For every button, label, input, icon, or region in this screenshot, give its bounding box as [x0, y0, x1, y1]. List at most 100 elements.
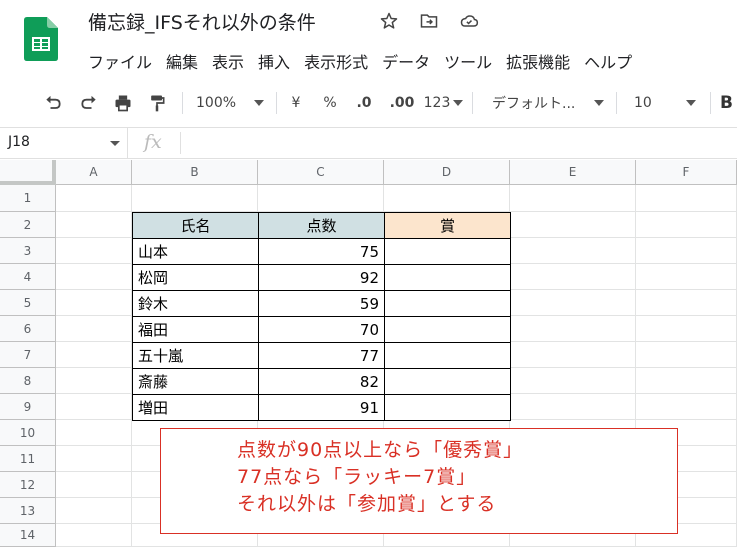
currency-format-button[interactable]: ¥ [286, 84, 306, 122]
document-title[interactable]: 備忘録_IFSそれ以外の条件 [88, 8, 316, 35]
score-cell[interactable]: 92 [258, 264, 385, 291]
grid-cell[interactable] [636, 342, 737, 368]
column-header-d[interactable]: D [384, 160, 510, 185]
grid-cell[interactable] [56, 472, 132, 498]
move-to-folder-icon[interactable] [418, 10, 440, 32]
grid-cell[interactable] [56, 290, 132, 316]
star-icon[interactable] [378, 10, 400, 32]
name-box[interactable]: J18 [0, 128, 128, 158]
grid-cell[interactable] [132, 185, 258, 212]
grid-cell[interactable] [510, 238, 636, 264]
cloud-saved-icon[interactable] [458, 10, 480, 32]
award-cell[interactable] [384, 316, 511, 343]
row-header-13[interactable]: 13 [0, 498, 56, 524]
grid-cell[interactable] [510, 185, 636, 212]
grid-cell[interactable] [636, 264, 737, 290]
grid-cell[interactable] [56, 394, 132, 420]
row-header-10[interactable]: 10 [0, 420, 56, 446]
grid-cell[interactable] [510, 264, 636, 290]
name-box-dropdown-icon[interactable] [110, 141, 120, 146]
google-sheets-logo-icon[interactable] [24, 17, 58, 61]
column-header-a[interactable]: A [56, 160, 132, 185]
score-cell[interactable]: 70 [258, 316, 385, 343]
font-family-select[interactable]: デフォルト... [492, 84, 588, 122]
row-header-11[interactable]: 11 [0, 446, 56, 472]
menu-format[interactable]: 表示形式 [297, 47, 375, 75]
grid-cell[interactable] [56, 342, 132, 368]
row-header-1[interactable]: 1 [0, 185, 56, 212]
more-formats-button[interactable]: 123 [422, 84, 452, 122]
grid-cell[interactable] [56, 185, 132, 212]
name-cell[interactable]: 五十嵐 [132, 342, 259, 369]
award-cell[interactable] [384, 264, 511, 291]
grid-cell[interactable] [510, 394, 636, 420]
print-icon[interactable] [110, 84, 136, 122]
row-header-2[interactable]: 2 [0, 212, 56, 238]
font-size-dropdown-icon[interactable] [684, 84, 698, 122]
grid-cell[interactable] [258, 185, 384, 212]
name-cell[interactable]: 斎藤 [132, 368, 259, 395]
percent-format-button[interactable]: % [320, 84, 340, 122]
column-header-b[interactable]: B [132, 160, 258, 185]
zoom-select[interactable]: 100% [196, 84, 246, 122]
row-header-9[interactable]: 9 [0, 394, 56, 420]
grid-cell[interactable] [56, 498, 132, 524]
row-header-12[interactable]: 12 [0, 472, 56, 498]
decrease-decimal-button[interactable]: .0 [352, 84, 376, 122]
row-header-4[interactable]: 4 [0, 264, 56, 290]
grid-cell[interactable] [56, 368, 132, 394]
name-cell[interactable]: 山本 [132, 238, 259, 265]
column-header-c[interactable]: C [258, 160, 384, 185]
table-header-cell[interactable]: 賞 [384, 212, 511, 239]
name-cell[interactable]: 福田 [132, 316, 259, 343]
grid-cell[interactable] [510, 342, 636, 368]
name-cell[interactable]: 鈴木 [132, 290, 259, 317]
award-cell[interactable] [384, 342, 511, 369]
menu-extensions[interactable]: 拡張機能 [499, 47, 577, 75]
score-cell[interactable]: 91 [258, 394, 385, 421]
score-cell[interactable]: 75 [258, 238, 385, 265]
bold-button[interactable]: B [720, 84, 737, 122]
row-header-3[interactable]: 3 [0, 238, 56, 264]
grid-cell[interactable] [56, 212, 132, 238]
increase-decimal-button[interactable]: .00 [386, 84, 418, 122]
grid-cell[interactable] [56, 264, 132, 290]
menu-edit[interactable]: 編集 [159, 47, 205, 75]
undo-icon[interactable] [40, 84, 66, 122]
grid-cell[interactable] [56, 524, 132, 547]
table-header-cell[interactable]: 氏名 [132, 212, 259, 239]
column-header-e[interactable]: E [510, 160, 636, 185]
zoom-dropdown-icon[interactable] [252, 84, 266, 122]
grid-cell[interactable] [636, 394, 737, 420]
font-dropdown-icon[interactable] [592, 84, 606, 122]
menu-insert[interactable]: 挿入 [251, 47, 297, 75]
award-cell[interactable] [384, 238, 511, 265]
menu-help[interactable]: ヘルプ [577, 47, 639, 75]
grid-cell[interactable] [56, 316, 132, 342]
table-header-cell[interactable]: 点数 [258, 212, 385, 239]
name-cell[interactable]: 増田 [132, 394, 259, 421]
row-header-7[interactable]: 7 [0, 342, 56, 368]
grid-cell[interactable] [636, 316, 737, 342]
name-cell[interactable]: 松岡 [132, 264, 259, 291]
award-cell[interactable] [384, 394, 511, 421]
menu-tools[interactable]: ツール [437, 47, 499, 75]
paint-format-icon[interactable] [144, 84, 170, 122]
row-header-6[interactable]: 6 [0, 316, 56, 342]
menu-file[interactable]: ファイル [86, 47, 159, 75]
grid-cell[interactable] [636, 185, 737, 212]
row-header-5[interactable]: 5 [0, 290, 56, 316]
score-cell[interactable]: 59 [258, 290, 385, 317]
grid-cell[interactable] [510, 368, 636, 394]
menu-view[interactable]: 表示 [205, 47, 251, 75]
grid-cell[interactable] [510, 212, 636, 238]
redo-icon[interactable] [76, 84, 102, 122]
score-cell[interactable]: 82 [258, 368, 385, 395]
row-header-8[interactable]: 8 [0, 368, 56, 394]
grid-cell[interactable] [636, 290, 737, 316]
grid-cell[interactable] [56, 446, 132, 472]
menu-data[interactable]: データ [375, 47, 437, 75]
score-cell[interactable]: 77 [258, 342, 385, 369]
grid-cell[interactable] [510, 316, 636, 342]
grid-cell[interactable] [56, 238, 132, 264]
